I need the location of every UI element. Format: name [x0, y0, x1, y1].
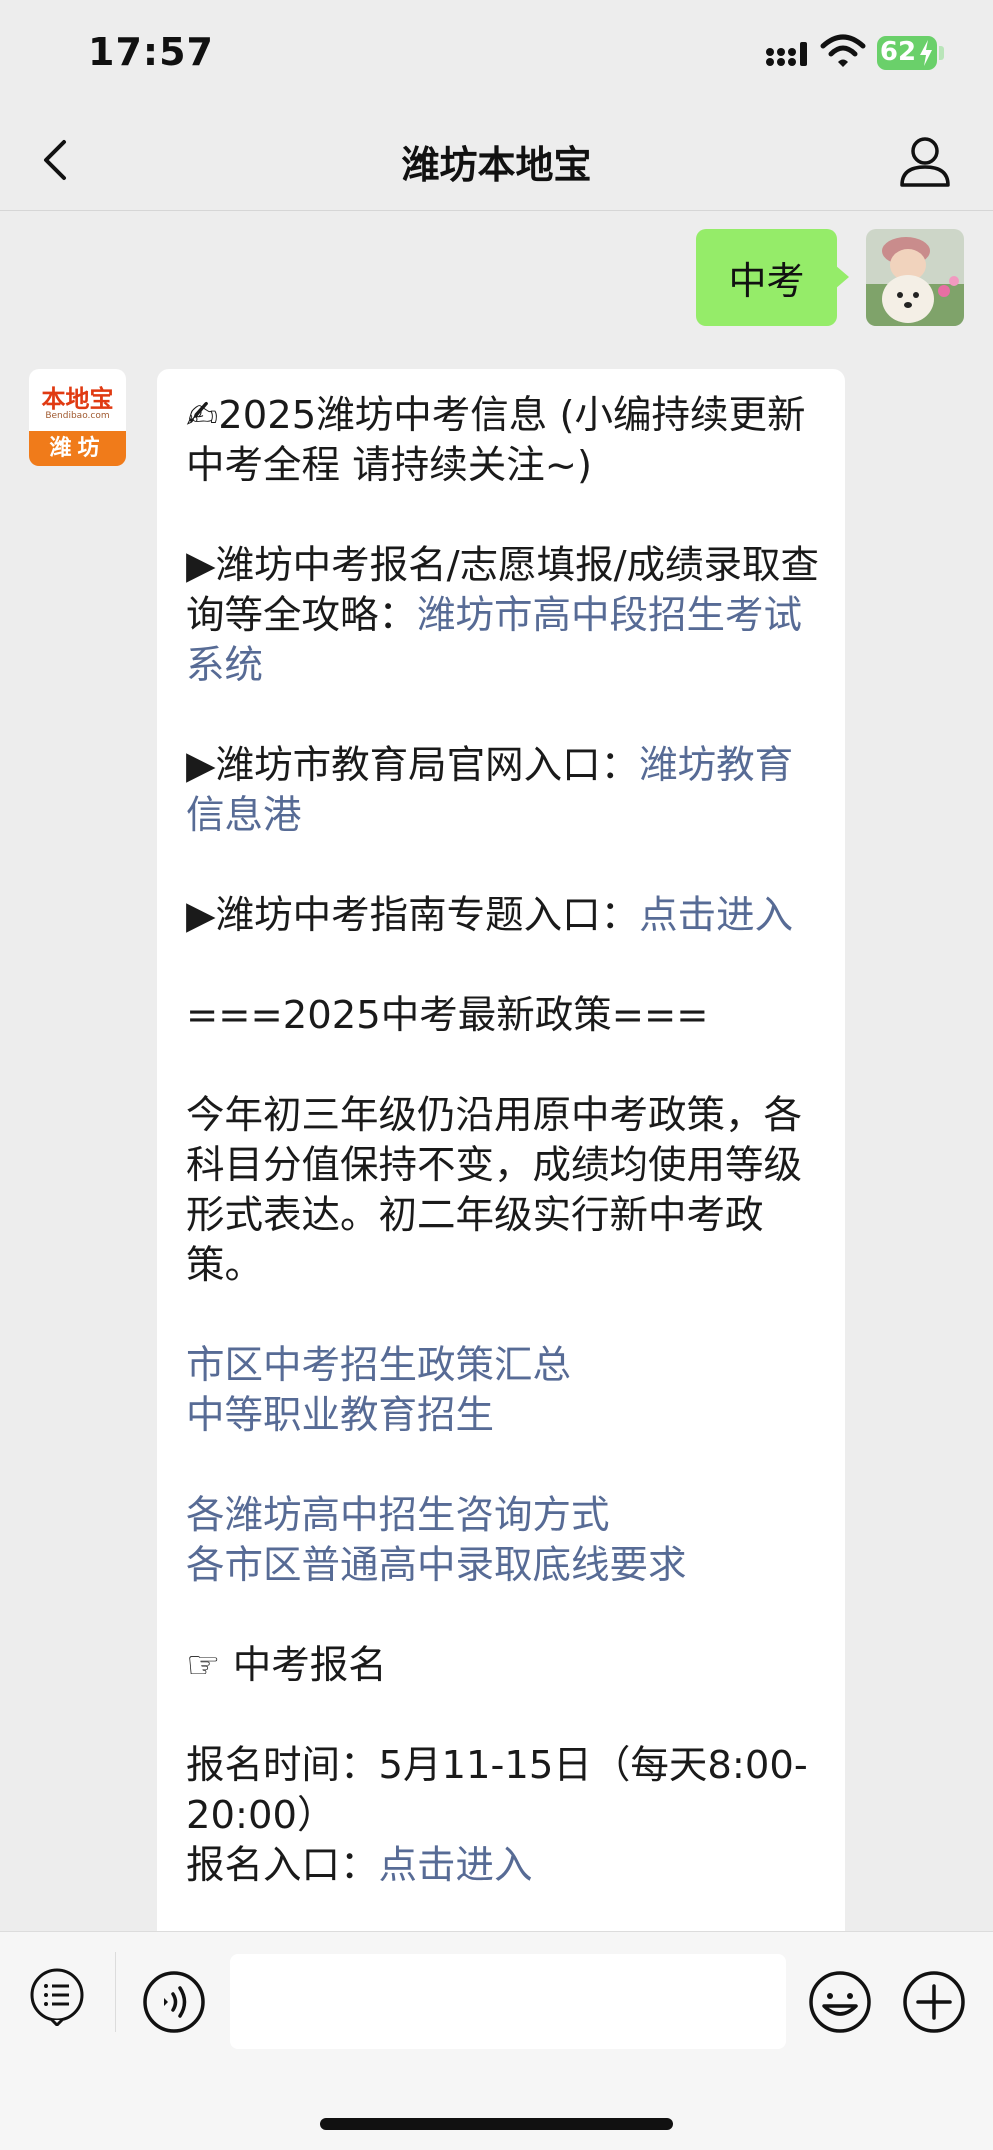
input-bar: [0, 1931, 993, 2150]
message-input[interactable]: [230, 1954, 786, 2049]
status-time: 17:57: [88, 30, 214, 74]
battery-cap: [939, 46, 944, 60]
menu-list-icon[interactable]: [28, 1968, 86, 2026]
charging-bolt-icon: [920, 40, 932, 66]
toolbar-divider: [115, 1952, 116, 2032]
reply-title: ✍2025潍坊中考信息 (小编持续更新中考全程 请持续关注~): [186, 393, 806, 488]
avatar-logo-text: 本地宝: [41, 385, 114, 413]
link-school-contacts[interactable]: 各潍坊高中招生咨询方式: [186, 1491, 826, 1541]
emoji-icon[interactable]: [808, 1970, 872, 2034]
signup-entry-label: 报名入口：: [186, 1843, 379, 1888]
signup-entry: 报名入口：点击进入: [186, 1841, 826, 1891]
status-bar: 17:57 62: [0, 0, 993, 110]
chat-title: 潍坊本地宝: [401, 143, 592, 187]
home-indicator[interactable]: [320, 2118, 673, 2130]
avatar-logo-domain: Bendibao.com: [45, 411, 110, 421]
signup-heading: ☞ 中考报名: [186, 1643, 387, 1688]
link-guide-topic[interactable]: 点击进入: [639, 893, 793, 938]
more-plus-icon[interactable]: [902, 1970, 966, 2034]
reply-item-education-bureau: ▶潍坊市教育局官网入口：潍坊教育信息港: [186, 741, 826, 841]
cellular-signal-icon: [766, 42, 807, 66]
my-avatar[interactable]: [866, 229, 964, 326]
signup-time: 报名时间：5月11-15日（每天8:00-20:00）: [186, 1743, 808, 1838]
policy-text: 今年初三年级仍沿用原中考政策，各科目分值保持不变，成绩均使用等级形式表达。初二年…: [186, 1093, 803, 1288]
nav-bar: 潍坊本地宝: [0, 110, 993, 211]
sent-message-bubble[interactable]: 中考: [696, 229, 849, 326]
profile-icon[interactable]: [898, 134, 952, 188]
link-admission-cutoffs[interactable]: 各市区普通高中录取底线要求: [186, 1541, 826, 1591]
official-account-avatar[interactable]: 本地宝 Bendibao.com 潍坊: [29, 369, 126, 466]
item-text: ▶潍坊市教育局官网入口：: [186, 743, 640, 788]
item-text: ▶潍坊中考指南专题入口：: [186, 893, 640, 938]
avatar-logo-area: 本地宝 Bendibao.com: [29, 369, 126, 431]
reply-item-signup-guide: ▶潍坊中考报名/志愿填报/成绩录取查询等全攻略：潍坊市高中段招生考试系统: [186, 541, 826, 691]
sent-message-text: 中考: [728, 259, 805, 303]
battery-level: 62: [879, 37, 917, 67]
link-policy-summary[interactable]: 市区中考招生政策汇总: [186, 1341, 826, 1391]
avatar-photo: [866, 229, 964, 326]
link-vocational-enrollment[interactable]: 中等职业教育招生: [186, 1391, 826, 1441]
reply-message-bubble: ✍2025潍坊中考信息 (小编持续更新中考全程 请持续关注~) ▶潍坊中考报名/…: [157, 369, 845, 1949]
avatar-city-label: 潍坊: [29, 431, 126, 466]
voice-input-icon[interactable]: [142, 1970, 206, 2034]
reply-item-guide-topic: ▶潍坊中考指南专题入口：点击进入: [186, 891, 826, 941]
link-signup-entry[interactable]: 点击进入: [379, 1843, 533, 1888]
battery-indicator: 62: [877, 36, 937, 70]
wifi-icon: [820, 34, 866, 67]
policy-heading: ===2025中考最新政策===: [186, 993, 709, 1038]
reply-message-content: ✍2025潍坊中考信息 (小编持续更新中考全程 请持续关注~) ▶潍坊中考报名/…: [186, 391, 826, 1891]
